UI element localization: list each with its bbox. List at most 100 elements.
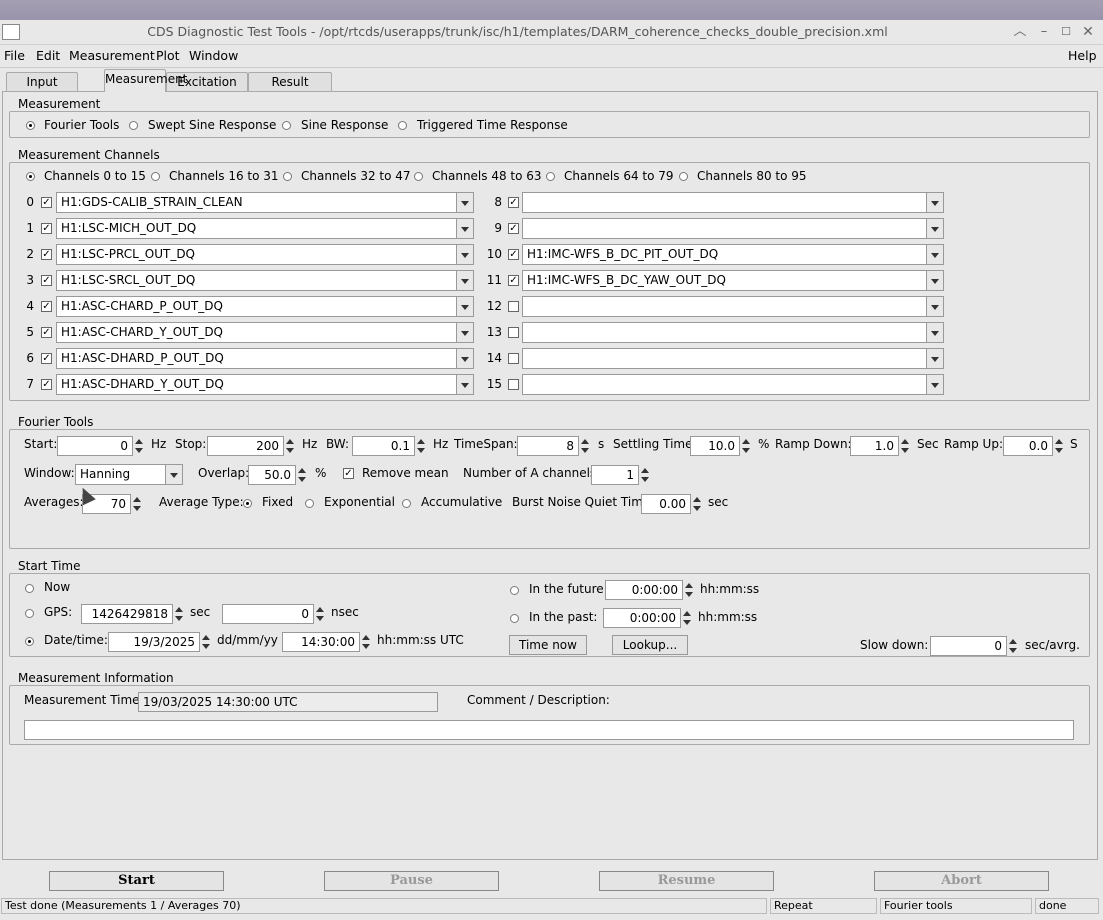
tab-measurement[interactable]: Measurement (104, 69, 187, 92)
window-select[interactable]: Hanning (75, 464, 183, 485)
bw-stepper[interactable] (415, 436, 427, 456)
channel-checkbox[interactable]: ✓ (41, 223, 52, 234)
overlap-input[interactable]: 50.0 (248, 465, 296, 485)
tab-input[interactable]: Input (6, 72, 78, 92)
timespan-input[interactable]: 8 (517, 436, 579, 456)
channel-select[interactable]: H1:IMC-WFS_B_DC_PIT_OUT_DQ (522, 244, 944, 265)
channel-select[interactable] (522, 348, 944, 369)
channel-checkbox[interactable]: ✓ (508, 275, 519, 286)
radio-avg-fixed[interactable] (243, 499, 252, 508)
start-button[interactable]: Start (49, 871, 224, 891)
averages-stepper[interactable] (131, 494, 143, 514)
channel-select[interactable] (522, 374, 944, 395)
menu-window[interactable]: Window (189, 48, 238, 63)
settling-time-stepper[interactable] (740, 436, 752, 456)
burst-noise-input[interactable]: 0.00 (641, 494, 691, 514)
radio-avg-accumulative[interactable] (402, 499, 411, 508)
channel-checkbox[interactable] (508, 327, 519, 338)
radio-datetime[interactable] (25, 637, 34, 646)
overlap-stepper[interactable] (296, 465, 308, 485)
channel-select[interactable] (522, 322, 944, 343)
channel-select[interactable]: H1:ASC-DHARD_P_OUT_DQ (56, 348, 474, 369)
radio-in-past[interactable] (510, 614, 519, 623)
past-input[interactable]: 0:00:00 (603, 608, 681, 628)
abort-button[interactable]: Abort (874, 871, 1049, 891)
lookup-button[interactable]: Lookup... (612, 635, 688, 655)
radio-in-future[interactable] (510, 586, 519, 595)
radio-sine-response[interactable] (282, 121, 291, 130)
radio-now[interactable] (25, 584, 34, 593)
burst-noise-stepper[interactable] (691, 494, 703, 514)
radio-fourier-tools[interactable] (26, 121, 35, 130)
comment-input[interactable] (24, 720, 1074, 740)
gps-nsec-input[interactable]: 0 (222, 604, 314, 624)
gps-seconds-input[interactable]: 1426429818 (81, 604, 173, 624)
radio-triggered-time[interactable] (398, 121, 407, 130)
radio-gps[interactable] (25, 609, 34, 618)
channel-select[interactable] (522, 296, 944, 317)
minimize-icon[interactable]: – (1036, 24, 1052, 40)
time-now-button[interactable]: Time now (509, 635, 587, 655)
resume-button[interactable]: Resume (599, 871, 774, 891)
ramp-down-stepper[interactable] (899, 436, 911, 456)
channel-checkbox[interactable]: ✓ (508, 249, 519, 260)
channel-select[interactable]: H1:ASC-CHARD_Y_OUT_DQ (56, 322, 474, 343)
start-freq-stepper[interactable] (133, 436, 145, 456)
channel-checkbox[interactable]: ✓ (41, 249, 52, 260)
pause-button[interactable]: Pause (324, 871, 499, 891)
channel-checkbox[interactable]: ✓ (41, 197, 52, 208)
menu-edit[interactable]: Edit (36, 48, 60, 63)
bw-input[interactable]: 0.1 (352, 436, 415, 456)
settling-time-input[interactable]: 10.0 (690, 436, 740, 456)
radio-channel-range-4[interactable] (546, 172, 555, 181)
date-input[interactable]: 19/3/2025 (108, 632, 200, 652)
maximize-icon[interactable]: ☐ (1058, 24, 1074, 40)
channel-select[interactable]: H1:ASC-DHARD_Y_OUT_DQ (56, 374, 474, 395)
channel-select[interactable] (522, 218, 944, 239)
future-input[interactable]: 0:00:00 (605, 580, 683, 600)
channel-checkbox[interactable]: ✓ (41, 379, 52, 390)
radio-channel-range-3[interactable] (414, 172, 423, 181)
menu-help[interactable]: Help (1068, 48, 1097, 63)
time-input[interactable]: 14:30:00 (282, 632, 360, 652)
channel-select[interactable]: H1:ASC-CHARD_P_OUT_DQ (56, 296, 474, 317)
radio-channel-range-2[interactable] (283, 172, 292, 181)
radio-swept-sine[interactable] (129, 121, 138, 130)
ramp-up-input[interactable]: 0.0 (1003, 436, 1053, 456)
slow-down-stepper[interactable] (1007, 636, 1019, 656)
radio-channel-range-5[interactable] (679, 172, 688, 181)
channel-checkbox[interactable]: ✓ (508, 197, 519, 208)
channel-checkbox[interactable]: ✓ (41, 275, 52, 286)
channel-checkbox[interactable] (508, 301, 519, 312)
channel-checkbox[interactable]: ✓ (41, 327, 52, 338)
radio-avg-exponential[interactable] (305, 499, 314, 508)
remove-mean-checkbox[interactable]: ✓ (343, 468, 354, 479)
menu-measurement[interactable]: Measurement (69, 48, 155, 63)
gps-seconds-stepper[interactable] (173, 604, 185, 624)
channel-select[interactable]: H1:LSC-MICH_OUT_DQ (56, 218, 474, 239)
channel-select[interactable]: H1:LSC-SRCL_OUT_DQ (56, 270, 474, 291)
time-stepper[interactable] (360, 632, 372, 652)
slow-down-input[interactable]: 0 (930, 636, 1007, 656)
channel-checkbox[interactable]: ✓ (41, 353, 52, 364)
radio-channel-range-1[interactable] (151, 172, 160, 181)
channel-select[interactable]: H1:LSC-PRCL_OUT_DQ (56, 244, 474, 265)
channel-select[interactable] (522, 192, 944, 213)
channel-checkbox[interactable] (508, 379, 519, 390)
num-a-channels-stepper[interactable] (639, 465, 651, 485)
past-stepper[interactable] (681, 608, 693, 628)
num-a-channels-input[interactable]: 1 (591, 465, 639, 485)
channel-checkbox[interactable]: ✓ (41, 301, 52, 312)
channel-select[interactable]: H1:GDS-CALIB_STRAIN_CLEAN (56, 192, 474, 213)
channel-checkbox[interactable]: ✓ (508, 223, 519, 234)
tab-result[interactable]: Result (248, 72, 332, 92)
future-stepper[interactable] (683, 580, 695, 600)
menu-plot[interactable]: Plot (156, 48, 180, 63)
timespan-stepper[interactable] (579, 436, 591, 456)
stop-freq-stepper[interactable] (284, 436, 296, 456)
date-stepper[interactable] (200, 632, 212, 652)
close-icon[interactable]: ✕ (1080, 24, 1096, 40)
ramp-down-input[interactable]: 1.0 (850, 436, 899, 456)
channel-checkbox[interactable] (508, 353, 519, 364)
stop-freq-input[interactable]: 200 (207, 436, 284, 456)
